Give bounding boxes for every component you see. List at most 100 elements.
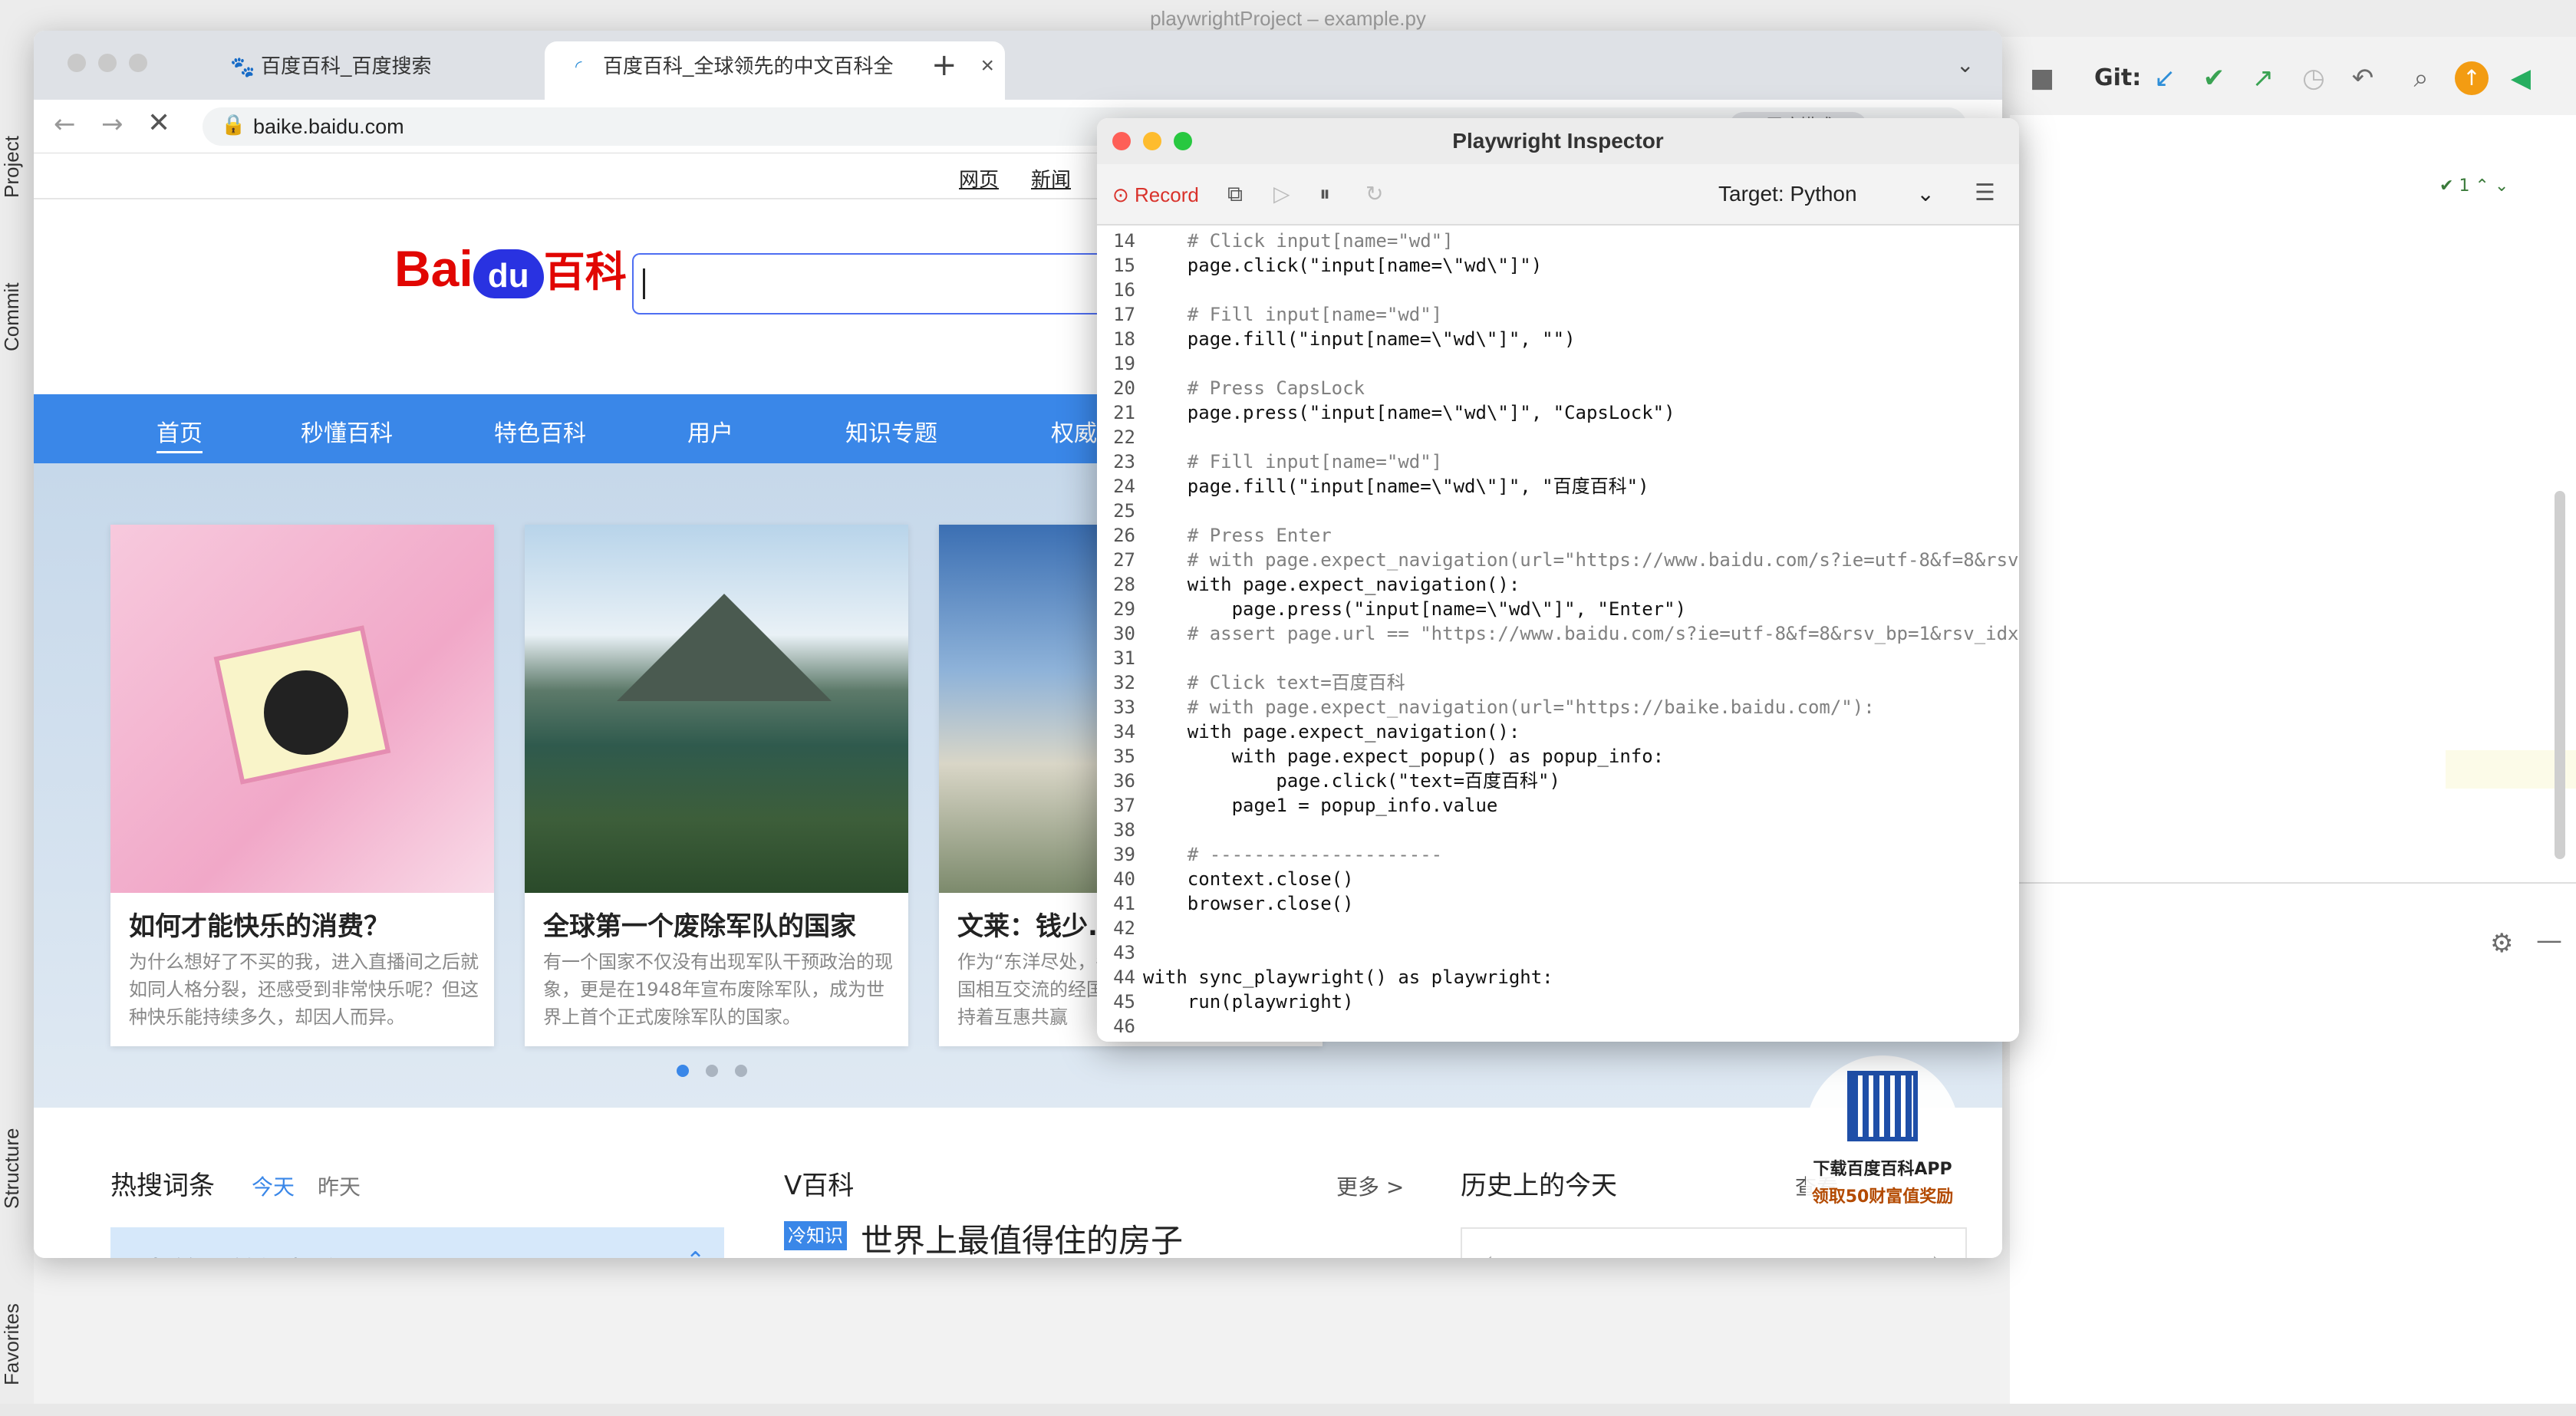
code-line[interactable]: 37 page1 = popup_info.value: [1097, 793, 2019, 818]
code-line[interactable]: 42: [1097, 916, 2019, 940]
hot-today-tab[interactable]: 今天: [252, 1171, 295, 1201]
inspector-zoom-button[interactable]: [1174, 132, 1192, 150]
code-line[interactable]: 17 # Fill input[name="wd"]: [1097, 302, 2019, 327]
code-line[interactable]: 33 # with page.expect_navigation(url="ht…: [1097, 695, 2019, 720]
git-update-icon[interactable]: ↙: [2148, 61, 2182, 95]
editor-scrollbar[interactable]: [2555, 491, 2565, 859]
tab-list-chevron-icon[interactable]: ⌄: [1956, 52, 1974, 77]
history-next-icon[interactable]: ›: [1932, 1246, 1942, 1258]
search-input[interactable]: [632, 253, 1131, 314]
code-line[interactable]: 16: [1097, 278, 2019, 302]
v-baike-headline[interactable]: 世界上最值得住的房子: [861, 1215, 1183, 1258]
nav-featured[interactable]: 特色百科: [494, 414, 586, 448]
code-line[interactable]: 25: [1097, 499, 2019, 523]
nav-users[interactable]: 用户: [687, 414, 733, 448]
new-tab-button[interactable]: +: [931, 48, 957, 83]
stop-loading-icon[interactable]: ✕: [147, 107, 170, 139]
nav-authority[interactable]: 权威: [1051, 414, 1097, 448]
top-link-web[interactable]: 网页: [959, 164, 999, 193]
code-line[interactable]: 19: [1097, 351, 2019, 376]
code-line[interactable]: 21 page.press("input[name=\"wd\"]", "Cap…: [1097, 400, 2019, 425]
code-line[interactable]: 38: [1097, 818, 2019, 842]
favorites-tool-tab[interactable]: Favorites: [0, 1279, 34, 1410]
stop-icon[interactable]: ■: [2025, 61, 2059, 95]
inspector-close-button[interactable]: [1112, 132, 1131, 150]
inspection-widget[interactable]: ✔ 1 ⌃ ⌄: [2439, 176, 2570, 207]
code-line[interactable]: 40 context.close(): [1097, 867, 2019, 891]
code-line[interactable]: 14 # Click input[name="wd"]: [1097, 229, 2019, 253]
structure-tool-tab[interactable]: Structure: [0, 1103, 34, 1233]
update-icon[interactable]: ↑: [2455, 61, 2489, 95]
code-line[interactable]: 35 with page.expect_popup() as popup_inf…: [1097, 744, 2019, 769]
history-prev-icon[interactable]: ‹: [1484, 1246, 1494, 1258]
code-line[interactable]: 18 page.fill("input[name=\"wd\"]", ""): [1097, 327, 2019, 351]
line-number: 28: [1113, 574, 1135, 595]
code-line[interactable]: 46: [1097, 1014, 2019, 1039]
inspector-minimize-button[interactable]: [1143, 132, 1161, 150]
generated-code-editor[interactable]: 14 # Click input[name="wd"] 15 page.click…: [1097, 227, 2019, 1042]
pause-icon[interactable]: ⏸: [1319, 181, 1330, 207]
code-line[interactable]: 43: [1097, 940, 2019, 965]
code-line[interactable]: 32 # Click text=百度百科: [1097, 670, 2019, 695]
code-line[interactable]: 24 page.fill("input[name=\"wd\"]", "百度百科…: [1097, 474, 2019, 499]
code-text: with sync_playwright() as playwright:: [1143, 967, 1553, 988]
history-icon[interactable]: ◷: [2297, 61, 2331, 95]
v-baike-more-link[interactable]: 更多 >: [1336, 1171, 1404, 1201]
code-line[interactable]: 44 with sync_playwright() as playwright:: [1097, 965, 2019, 990]
forward-arrow-icon[interactable]: →: [101, 109, 124, 140]
hot-term-item[interactable]: 中美三首视频会晤 ⌃: [110, 1227, 724, 1258]
plugin-icon[interactable]: ◀: [2504, 61, 2538, 95]
code-line[interactable]: 39 # ---------------------: [1097, 842, 2019, 867]
minimize-panel-icon[interactable]: —: [2536, 925, 2562, 956]
collapse-chevron-icon[interactable]: ⌃: [686, 1247, 705, 1258]
tab-close-icon[interactable]: ×: [980, 41, 994, 91]
back-arrow-icon[interactable]: ←: [54, 109, 76, 140]
code-line[interactable]: 23 # Fill input[name="wd"]: [1097, 449, 2019, 474]
step-over-icon[interactable]: ↻: [1365, 181, 1383, 206]
code-line[interactable]: 20 # Press CapsLock: [1097, 376, 2019, 400]
code-line[interactable]: 36 page.click("text=百度百科"): [1097, 769, 2019, 793]
feature-card[interactable]: 如何才能快乐的消费？ 为什么想好了不买的我，进入直播间之后就如同人格分裂，还感受…: [110, 525, 494, 1046]
code-line[interactable]: 22: [1097, 425, 2019, 449]
git-push-icon[interactable]: ↗: [2246, 61, 2280, 95]
record-button[interactable]: ⊙ Record: [1112, 181, 1199, 209]
card-title: 如何才能快乐的消费？: [129, 911, 390, 942]
hot-terms-title: 热搜词条: [110, 1171, 215, 1201]
window-close-button[interactable]: [68, 54, 86, 72]
hot-yesterday-tab[interactable]: 昨天: [318, 1171, 361, 1201]
line-number: 27: [1113, 549, 1135, 571]
target-selector[interactable]: Target: Python ⌄: [1718, 181, 1935, 206]
code-line[interactable]: 27 # with page.expect_navigation(url="ht…: [1097, 548, 2019, 572]
wrap-lines-icon[interactable]: ☰: [1975, 179, 1995, 206]
code-line[interactable]: 26 # Press Enter: [1097, 523, 2019, 548]
copy-icon[interactable]: ⧉: [1227, 181, 1243, 207]
carousel-dot-active[interactable]: [677, 1065, 689, 1077]
resume-icon[interactable]: ▷: [1273, 181, 1290, 206]
code-line[interactable]: 28 with page.expect_navigation():: [1097, 572, 2019, 597]
git-commit-icon[interactable]: ✔: [2197, 61, 2231, 95]
carousel-dot[interactable]: [706, 1065, 718, 1077]
feature-card[interactable]: 全球第一个废除军队的国家 有一个国家不仅没有出现军队干预政治的现象，更是在194…: [525, 525, 908, 1046]
code-line[interactable]: 34 with page.expect_navigation():: [1097, 720, 2019, 744]
app-download-promo[interactable]: 下载百度百科APP 领取50财富值奖励: [1806, 1055, 1959, 1224]
baike-logo[interactable]: Bai du 百科: [394, 238, 627, 314]
settings-gear-icon[interactable]: ⚙: [2490, 928, 2513, 959]
code-line[interactable]: 30 # assert page.url == "https://www.bai…: [1097, 621, 2019, 646]
window-minimize-button[interactable]: [98, 54, 117, 72]
code-line[interactable]: 29 page.press("input[name=\"wd\"]", "Ent…: [1097, 597, 2019, 621]
commit-tool-tab[interactable]: Commit: [0, 267, 34, 367]
code-line[interactable]: 31: [1097, 646, 2019, 670]
code-line[interactable]: 15 page.click("input[name=\"wd\"]"): [1097, 253, 2019, 278]
v-baike-title: V百科: [784, 1171, 855, 1201]
window-zoom-button[interactable]: [129, 54, 147, 72]
nav-topics[interactable]: 知识专题: [845, 414, 937, 448]
project-tool-tab[interactable]: Project: [0, 121, 34, 213]
nav-second-baike[interactable]: 秒懂百科: [301, 414, 393, 448]
search-everywhere-icon[interactable]: ⌕: [2404, 61, 2438, 95]
carousel-dot[interactable]: [735, 1065, 747, 1077]
nav-home[interactable]: 首页: [156, 414, 203, 453]
code-line[interactable]: 45 run(playwright): [1097, 990, 2019, 1014]
rollback-icon[interactable]: ↶: [2346, 61, 2380, 95]
top-link-news[interactable]: 新闻: [1031, 164, 1071, 193]
code-line[interactable]: 41 browser.close(): [1097, 891, 2019, 916]
